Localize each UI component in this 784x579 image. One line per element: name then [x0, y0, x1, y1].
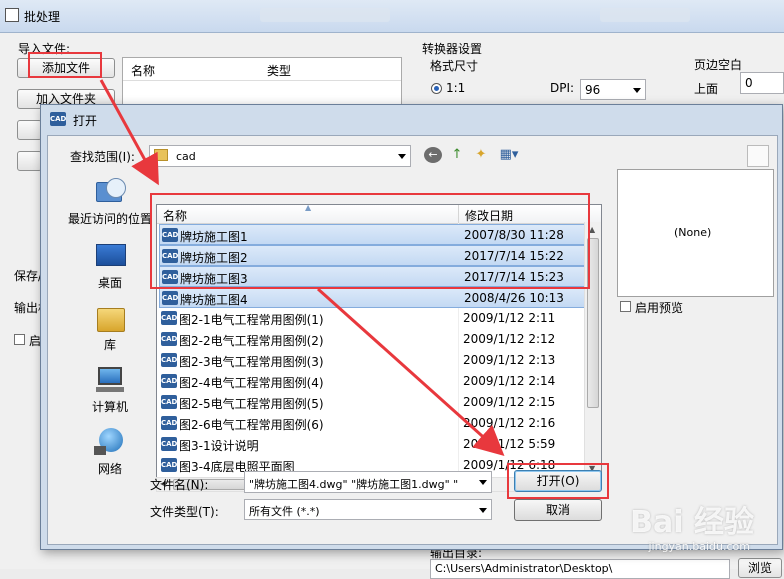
arrow-to-open-button [316, 287, 505, 457]
watermark-url: jingyan.baidu.com [648, 540, 750, 553]
arrow-to-file-list [99, 79, 159, 186]
annotation-arrows [99, 79, 505, 457]
watermark-logo: Bai 经验 [630, 505, 754, 540]
